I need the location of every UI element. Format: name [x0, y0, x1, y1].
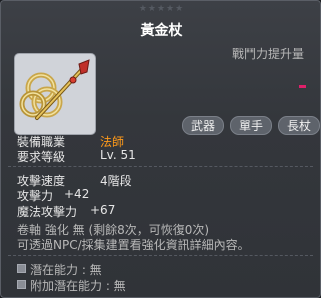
- golden-staff-icon: [19, 59, 90, 120]
- tag-weapon: 武器: [182, 116, 224, 135]
- tag-one-handed: 單手: [230, 116, 272, 135]
- bonus-potential-row: 附加潛在能力 : 無: [17, 277, 126, 294]
- divider: [8, 255, 313, 256]
- power-increase-label: 戰鬥力提升量: [231, 47, 304, 61]
- divider: [8, 166, 313, 167]
- potential-square-icon: [17, 264, 26, 273]
- star-force-indicator: ★★★★★: [138, 4, 185, 14]
- level-label: 要求等級: [17, 150, 66, 164]
- attack-speed-value: 4階段: [100, 174, 132, 188]
- bonus-potential-text: 附加潛在能力 : 無: [30, 279, 126, 293]
- magic-attack-label: 魔法攻擊力: [17, 205, 78, 219]
- tag-staff: 長杖: [278, 116, 320, 135]
- item-icon-frame: [14, 53, 96, 135]
- attack-value: +42: [64, 187, 90, 201]
- potential-square-icon: [17, 280, 26, 289]
- item-name: 黃金杖: [140, 23, 183, 39]
- magic-attack-value: +67: [90, 203, 116, 217]
- level-value: Lv. 51: [100, 148, 136, 162]
- attack-label: 攻擊力: [17, 189, 54, 203]
- potential-row: 潛在能力 : 無: [17, 261, 102, 278]
- power-increase-marker: [299, 85, 306, 88]
- potential-text: 潛在能力 : 無: [30, 263, 102, 277]
- item-tooltip: ★★★★★ 黃金杖 戰鬥力提升量 武器 單手 長杖 裝備職業 法師 要求等級 L…: [0, 0, 321, 298]
- enhancement-info-hint: 可透過NPC/採集建置看強化資訊詳細內容。: [17, 238, 250, 252]
